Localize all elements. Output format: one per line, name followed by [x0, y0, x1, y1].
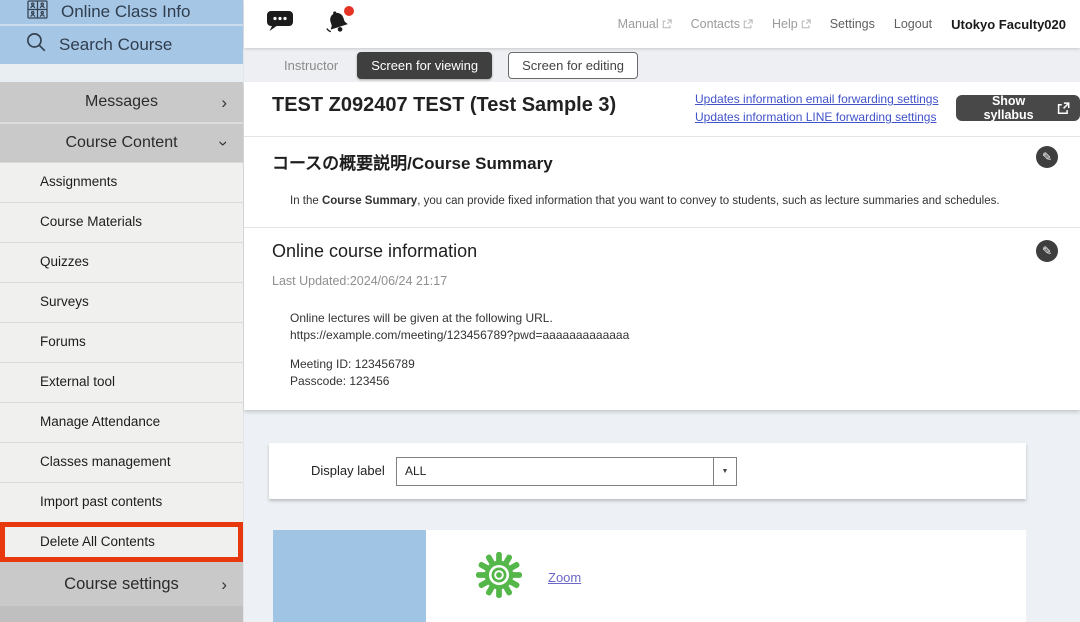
external-link-icon [743, 19, 753, 29]
contacts-link[interactable]: Contacts [691, 17, 753, 31]
sidebar-item-course-materials[interactable]: Course Materials [0, 202, 243, 242]
view-mode-tabbar: Instructor Screen for viewing Screen for… [244, 48, 1080, 82]
sidebar-item-course-content[interactable]: Course Content › [0, 122, 243, 162]
course-summary-text: In the Course Summary, you can provide f… [290, 195, 1000, 207]
sidebar-item-label: Online Class Info [61, 2, 190, 22]
external-link-icon [1057, 102, 1070, 115]
messages-bubble-icon[interactable] [266, 10, 294, 38]
external-link-icon [662, 19, 672, 29]
sidebar: Online Class Info Search Course Messages… [0, 0, 243, 622]
search-icon [24, 30, 49, 60]
sidebar-item-search-course[interactable]: Search Course [0, 24, 243, 64]
manual-link[interactable]: Manual [618, 17, 672, 31]
meeting-id: Meeting ID: 123456789 [290, 356, 629, 373]
edit-course-summary-button[interactable]: ✎ [1036, 146, 1058, 168]
line-forwarding-settings-link[interactable]: Updates information LINE forwarding sett… [695, 108, 938, 126]
sidebar-item-course-settings[interactable]: Course settings › [0, 562, 243, 606]
sidebar-item-messages[interactable]: Messages › [0, 82, 243, 122]
sidebar-item-import-past-contents[interactable]: Import past contents [0, 482, 243, 522]
sidebar-item-label: Messages [85, 93, 158, 111]
content-thumbnail [273, 530, 426, 622]
dropdown-arrow-icon: ▼ [713, 458, 736, 485]
logout-link[interactable]: Logout [894, 17, 932, 31]
pencil-icon: ✎ [1042, 245, 1052, 257]
sidebar-footer-strip [0, 606, 243, 622]
edit-online-course-info-button[interactable]: ✎ [1036, 240, 1058, 262]
sidebar-item-surveys[interactable]: Surveys [0, 282, 243, 322]
display-label-select[interactable]: ALL ▼ [396, 457, 737, 486]
sidebar-item-online-class-info[interactable]: Online Class Info [0, 0, 243, 24]
tab-screen-for-viewing[interactable]: Screen for viewing [357, 52, 492, 79]
top-bar: Manual Contacts Help Settings Logout Uto… [244, 0, 1080, 48]
role-label: Instructor [284, 58, 338, 73]
chevron-right-icon: › [221, 94, 227, 111]
display-label-filter-card: Display label ALL ▼ [269, 443, 1026, 499]
forwarding-links: Updates information email forwarding set… [695, 90, 938, 126]
user-name: Utokyo Faculty020 [951, 17, 1066, 32]
display-label-text: Display label [311, 463, 385, 478]
sidebar-item-label: Course settings [64, 575, 179, 594]
section-heading: Online course information [272, 241, 477, 262]
sidebar-item-delete-all-contents[interactable]: Delete All Contents [0, 522, 243, 562]
last-updated-timestamp: Last Updated:2024/06/24 21:17 [272, 274, 447, 288]
sidebar-item-external-tool[interactable]: External tool [0, 362, 243, 402]
sidebar-item-forums[interactable]: Forums [0, 322, 243, 362]
notification-badge [344, 6, 354, 16]
chevron-down-icon: › [216, 140, 233, 146]
notification-bell-icon[interactable] [324, 8, 351, 40]
sidebar-item-label: Course Content [65, 134, 177, 152]
course-summary-section: コースの概要説明/Course Summary ✎ In the Course … [244, 137, 1080, 228]
section-heading: コースの概要説明/Course Summary [272, 149, 553, 174]
course-content-panel: TEST Z092407 TEST (Test Sample 3) Update… [244, 82, 1080, 410]
online-course-info-text: Online lectures will be given at the fol… [290, 310, 629, 389]
course-content-submenu: Assignments Course Materials Quizzes Sur… [0, 162, 243, 562]
meeting-url: https://example.com/meeting/123456789?pw… [290, 327, 629, 344]
sidebar-item-quizzes[interactable]: Quizzes [0, 242, 243, 282]
tab-screen-for-editing[interactable]: Screen for editing [508, 52, 638, 79]
main-area: Manual Contacts Help Settings Logout Uto… [243, 0, 1080, 622]
course-header: TEST Z092407 TEST (Test Sample 3) Update… [244, 82, 1080, 137]
settings-link[interactable]: Settings [830, 17, 875, 31]
pencil-icon: ✎ [1042, 151, 1052, 163]
sidebar-item-manage-attendance[interactable]: Manage Attendance [0, 402, 243, 442]
selected-option: ALL [405, 464, 426, 478]
sidebar-item-label: Search Course [59, 35, 172, 55]
chevron-right-icon: › [221, 576, 227, 593]
email-forwarding-settings-link[interactable]: Updates information email forwarding set… [695, 90, 938, 108]
help-link[interactable]: Help [772, 17, 811, 31]
sidebar-divider [0, 64, 243, 82]
content-item-row: Zoom [273, 530, 1026, 622]
online-course-info-section: Online course information ✎ Last Updated… [244, 228, 1080, 410]
show-syllabus-button[interactable]: Show syllabus [956, 95, 1080, 121]
contents-list-area: Display label ALL ▼ [244, 410, 1080, 622]
zoom-gear-icon [476, 552, 522, 603]
passcode: Passcode: 123456 [290, 373, 629, 390]
sidebar-item-assignments[interactable]: Assignments [0, 162, 243, 202]
app-window: Online Class Info Search Course Messages… [0, 0, 1080, 622]
external-link-icon [801, 19, 811, 29]
zoom-content-link[interactable]: Zoom [548, 570, 581, 585]
page-title: TEST Z092407 TEST (Test Sample 3) [272, 94, 616, 117]
sidebar-item-classes-management[interactable]: Classes management [0, 442, 243, 482]
top-nav: Manual Contacts Help Settings Logout Uto… [618, 17, 1066, 32]
class-grid-icon [27, 0, 48, 24]
